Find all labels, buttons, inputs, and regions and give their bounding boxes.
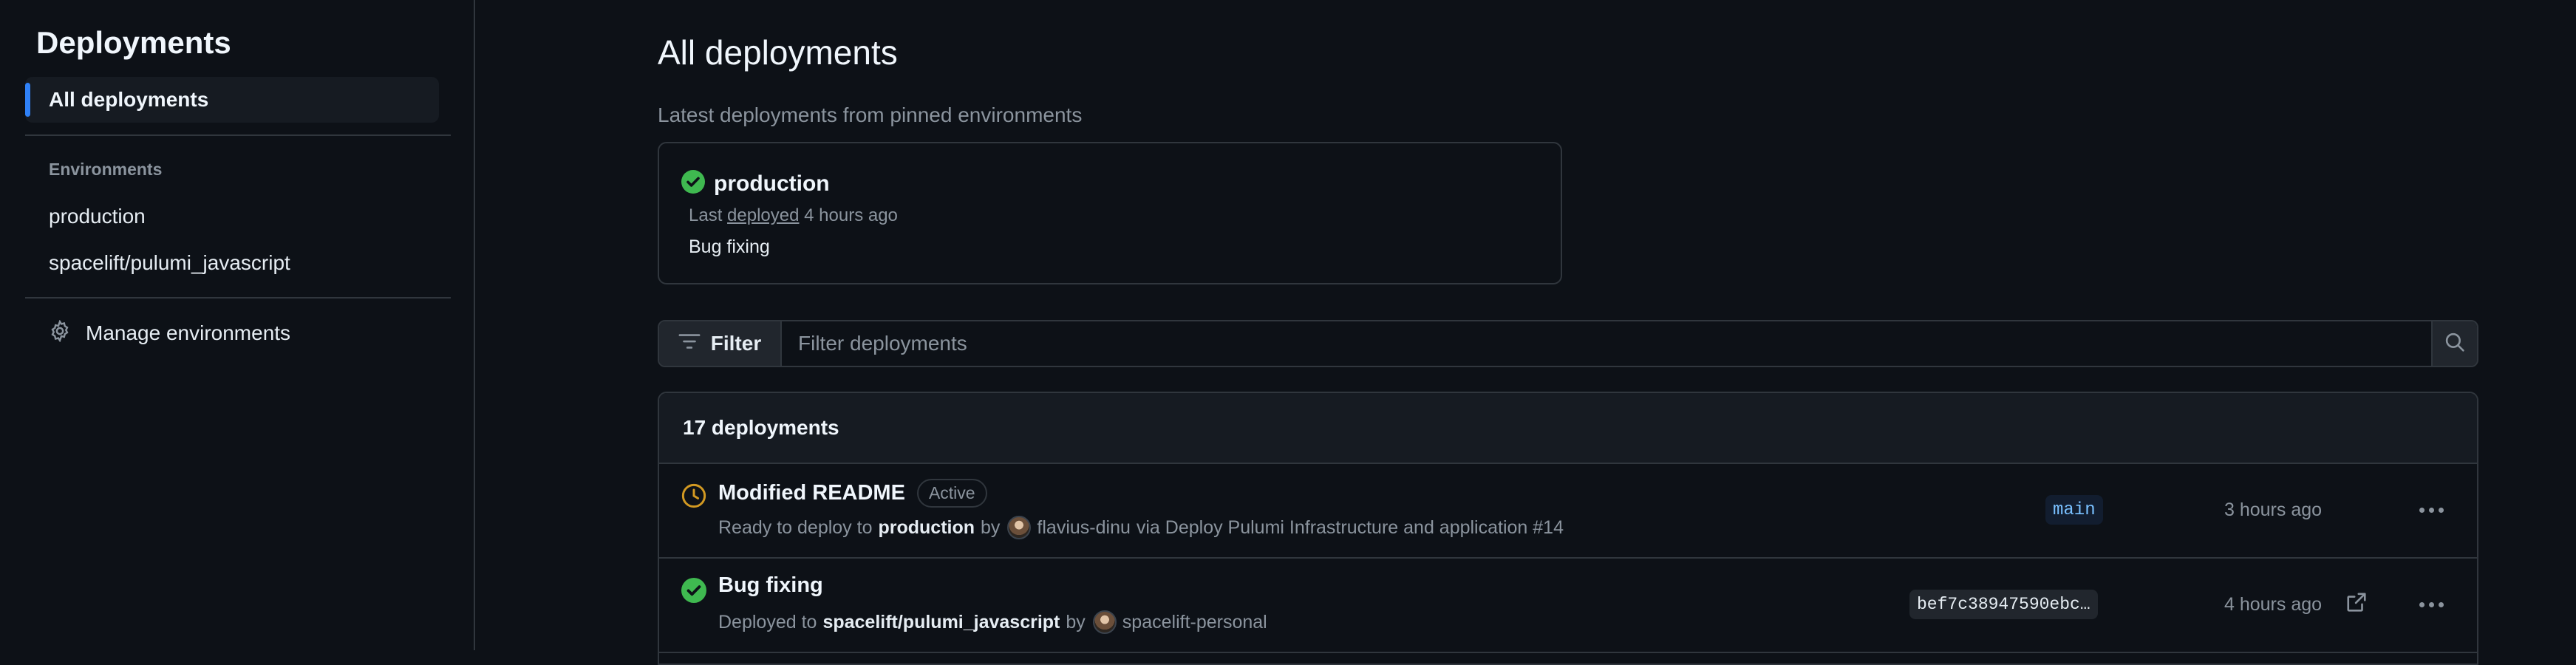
sidebar-item-production[interactable]: production (25, 194, 439, 239)
search-button[interactable] (2431, 321, 2477, 366)
sidebar: Deployments All deployments Environments… (0, 0, 475, 650)
sidebar-divider (25, 134, 451, 136)
success-check-icon (681, 170, 705, 197)
avatar[interactable] (1092, 610, 1117, 634)
deployment-time: 3 hours ago (2224, 499, 2323, 520)
page-title: All deployments (658, 33, 898, 72)
pinned-card-header: production (681, 170, 830, 197)
manage-environments-label: Manage environments (86, 321, 291, 344)
environments-heading: Environments (49, 160, 163, 179)
deployment-meta: Ready to deploy to production by flavius… (718, 516, 1564, 539)
filter-icon (678, 332, 711, 355)
pinned-environment-name[interactable]: production (714, 171, 830, 197)
deployment-by: by (981, 516, 1001, 538)
deployment-title[interactable]: Bug fixing (718, 573, 823, 598)
deployment-row: Bug fixing Deployed to spacelift/pulumi_… (659, 559, 2477, 653)
deployment-status-text: Deployed to (718, 611, 817, 632)
deployment-user[interactable]: flavius-dinu (1037, 517, 1130, 539)
commit-sha[interactable]: bef7c38947590ebc… (1909, 590, 2098, 619)
filter-button[interactable]: Filter (659, 321, 782, 366)
deployment-status-text: Ready to deploy to (718, 516, 873, 538)
deployment-title[interactable]: Modified README (718, 481, 905, 505)
deployment-row: Modified README Active Ready to deploy t… (659, 464, 2477, 559)
deployed-link[interactable]: deployed (727, 205, 799, 225)
more-options-button[interactable] (2410, 585, 2452, 624)
pinned-subtitle: Latest deployments from pinned environme… (658, 103, 1083, 126)
deployment-environment[interactable]: production (878, 517, 975, 539)
deployment-environment[interactable]: spacelift/pulumi_javascript (822, 612, 1060, 633)
external-link-icon[interactable] (2345, 591, 2368, 617)
pinned-last-deployed: Last deployed 4 hours ago (689, 205, 898, 226)
pinned-description: Bug fixing (689, 236, 770, 257)
search-icon (2444, 332, 2465, 356)
branch-ref[interactable]: main (2045, 495, 2103, 525)
avatar[interactable] (1007, 516, 1032, 539)
status-badge: Active (916, 479, 987, 508)
sidebar-item-all-deployments[interactable]: All deployments (25, 77, 439, 123)
deployment-title-wrap: Modified README Active (718, 479, 987, 508)
deployment-user[interactable]: spacelift-personal (1122, 612, 1267, 633)
deployment-title-wrap: Bug fixing (718, 573, 823, 598)
deployment-meta: Deployed to spacelift/pulumi_javascript … (718, 610, 1267, 634)
pending-clock-icon (681, 483, 706, 512)
sidebar-item-spacelift-pulumi-javascript[interactable]: spacelift/pulumi_javascript (25, 240, 439, 286)
pinned-environment-card: production Last deployed 4 hours ago Bug… (658, 142, 1562, 284)
manage-environments-link[interactable]: Manage environments (25, 310, 439, 356)
sidebar-title: Deployments (36, 25, 231, 60)
deployments-count: 17 deployments (659, 393, 2477, 464)
deployment-time: 4 hours ago (2224, 594, 2323, 615)
pinned-meta-time: 4 hours ago (804, 205, 898, 225)
deployment-by: by (1066, 611, 1086, 632)
gear-icon (49, 319, 86, 347)
deployment-via[interactable]: via Deploy Pulumi Infrastructure and app… (1137, 517, 1564, 539)
pinned-meta-prefix: Last (689, 205, 723, 225)
filter-button-label: Filter (710, 332, 762, 355)
filter-bar: Filter (658, 320, 2478, 367)
filter-deployments-input[interactable] (782, 321, 2431, 366)
success-check-icon (681, 578, 706, 607)
more-options-button[interactable] (2410, 491, 2452, 529)
deployments-list: 17 deployments Modified README Active Re… (658, 392, 2478, 665)
sidebar-divider (25, 297, 451, 299)
